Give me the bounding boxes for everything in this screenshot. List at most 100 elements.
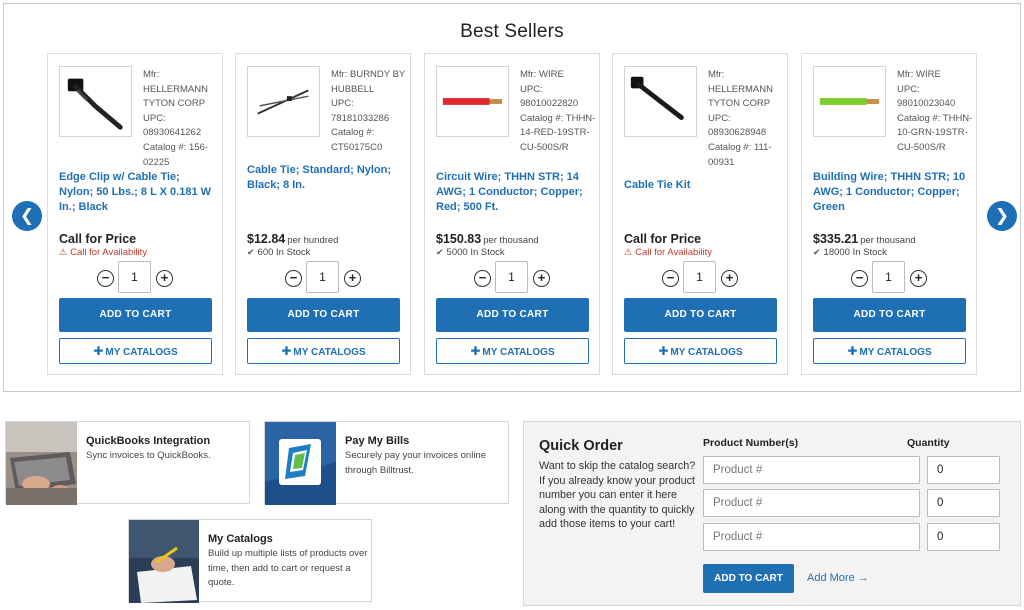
product-mfr: Mfr: WIRE [520,69,564,80]
quick-order-panel: Quick Order Want to skip the catalog sea… [523,421,1021,606]
stock-status: ✔ 18000 In Stock [813,247,887,258]
checkmark-icon: ✔ [813,247,821,257]
quantity-input[interactable]: 0 [927,456,1000,484]
plus-icon: ✚ [93,344,104,358]
product-price: $12.84 per hundred [247,232,339,246]
best-sellers-section: Best Sellers ❮ ❯ Mfr: HELLERMANN TYTON C… [3,3,1021,392]
minus-button[interactable]: − [285,270,302,287]
add-to-cart-button[interactable]: ADD TO CART [624,298,777,332]
product-price: $335.21 per thousand [813,232,916,246]
promo-title: Pay My Bills [345,435,410,447]
product-number-header: Product Number(s) [703,437,799,449]
cable-tie-icon[interactable] [247,66,320,137]
warning-icon: ⚠ [59,247,68,257]
product-catalog-number: Catalog #: THHN-14-RED-19STR-CU-500S/R [520,112,596,153]
minus-button[interactable]: − [97,270,114,287]
add-to-cart-button[interactable]: ADD TO CART [247,298,400,332]
stock-status: ⚠ Call for Availability [624,247,712,258]
plus-button[interactable]: + [533,270,550,287]
my-catalogs-promo-tile[interactable]: My Catalogs Build up multiple lists of p… [128,519,372,603]
add-to-cart-button[interactable]: ADD TO CART [59,298,212,332]
plus-icon: ✚ [658,344,669,358]
promo-title: My Catalogs [208,533,273,545]
quick-order-title: Quick Order [539,438,623,454]
quantity-input[interactable]: 0 [927,523,1000,551]
my-catalogs-button[interactable]: ✚ MY CATALOGS [247,338,400,364]
quantity-input[interactable]: 1 [495,261,528,293]
product-name-link[interactable]: Edge Clip w/ Cable Tie; Nylon; 50 Lbs.; … [59,170,217,216]
writing-notepad-image [129,520,199,603]
product-catalog-number: Catalog #: THHN-10-GRN-19STR-CU-500S/R [897,112,973,153]
plus-button[interactable]: + [910,270,927,287]
quantity-input[interactable]: 1 [683,261,716,293]
product-mfr: Mfr: BURNDY BY HUBBELL [331,69,406,95]
minus-button[interactable]: − [474,270,491,287]
product-catalog-number: Catalog #: 156-02225 [143,141,208,168]
product-price: Call for Price [624,232,702,246]
plus-icon: ✚ [847,344,858,358]
product-mfr: Mfr: WIRE [897,69,941,80]
product-mfr: Mfr: HELLERMANN TYTON CORP [708,69,773,110]
stock-status: ✔ 5000 In Stock [436,247,505,258]
promo-description: Build up multiple lists of products over… [208,548,368,588]
add-to-cart-button[interactable]: ADD TO CART [813,298,966,332]
carousel-next-button[interactable]: ❯ [987,201,1017,231]
checkmark-icon: ✔ [247,247,255,257]
product-catalog-number: Catalog #: 111-00931 [708,141,772,168]
billtrust-logo-image [265,422,336,505]
product-name-link[interactable]: Circuit Wire; THHN STR; 14 AWG; 1 Conduc… [436,170,594,216]
green-wire-icon[interactable] [813,66,886,137]
product-upc: UPC: 98010022820 [520,83,579,110]
product-upc: UPC: 08930628948 [708,112,767,139]
product-number-input[interactable]: Product # [703,456,920,484]
promo-description: Securely pay your invoices online throug… [345,450,486,476]
product-number-input[interactable]: Product # [703,523,920,551]
quantity-stepper: − 1 + [97,261,193,295]
warning-icon: ⚠ [624,247,633,257]
quickbooks-promo-tile[interactable]: QuickBooks Integration Sync invoices to … [5,421,250,505]
quantity-input[interactable]: 0 [927,489,1000,517]
add-more-link[interactable]: Add More → [807,572,869,584]
my-catalogs-button[interactable]: ✚ MY CATALOGS [59,338,212,364]
quick-order-add-to-cart-button[interactable]: ADD TO CART [703,564,794,593]
stock-status: ✔ 600 In Stock [247,247,311,258]
product-name-link[interactable]: Building Wire; THHN STR; 10 AWG; 1 Condu… [813,170,971,216]
product-catalog-number: Catalog #: CT50175C0 [331,127,383,153]
quantity-input[interactable]: 1 [872,261,905,293]
my-catalogs-button[interactable]: ✚ MY CATALOGS [436,338,589,364]
product-card: Mfr: BURNDY BY HUBBELL UPC: 78181033286 … [235,53,411,375]
product-upc: UPC: 78181033286 [331,98,390,124]
quick-order-description: Want to skip the catalog search? If you … [539,460,696,531]
red-wire-icon[interactable] [436,66,509,137]
plus-button[interactable]: + [344,270,361,287]
edge-clip-icon[interactable] [59,66,132,137]
quantity-stepper: − 1 + [474,261,570,295]
laptop-typing-image [6,422,77,505]
plus-icon: ✚ [281,344,292,358]
product-card: Mfr: HELLERMANN TYTON CORP UPC: 08930641… [47,53,223,375]
cable-tie-kit-icon[interactable] [624,66,697,137]
my-catalogs-button[interactable]: ✚ MY CATALOGS [813,338,966,364]
pay-my-bills-promo-tile[interactable]: Pay My Bills Securely pay your invoices … [264,421,509,505]
quantity-input[interactable]: 1 [118,261,151,293]
carousel-prev-button[interactable]: ❮ [12,201,42,231]
minus-button[interactable]: − [662,270,679,287]
product-name-link[interactable]: Cable Tie Kit [624,178,782,193]
plus-button[interactable]: + [156,270,173,287]
product-number-input[interactable]: Product # [703,489,920,517]
quantity-stepper: − 1 + [662,261,758,295]
product-card: Mfr: WIRE UPC: 98010023040 Catalog #: TH… [801,53,977,375]
product-upc: UPC: 08930641262 [143,112,202,139]
quantity-input[interactable]: 1 [306,261,339,293]
my-catalogs-button[interactable]: ✚ MY CATALOGS [624,338,777,364]
product-card: Mfr: HELLERMANN TYTON CORP UPC: 08930628… [612,53,788,375]
product-price: $150.83 per thousand [436,232,539,246]
quantity-header: Quantity [907,437,950,449]
minus-button[interactable]: − [851,270,868,287]
plus-button[interactable]: + [721,270,738,287]
add-to-cart-button[interactable]: ADD TO CART [436,298,589,332]
best-sellers-title: Best Sellers [460,21,564,42]
checkmark-icon: ✔ [436,247,444,257]
product-name-link[interactable]: Cable Tie; Standard; Nylon; Black; 8 In. [247,163,405,193]
stock-status: ⚠ Call for Availability [59,247,147,258]
